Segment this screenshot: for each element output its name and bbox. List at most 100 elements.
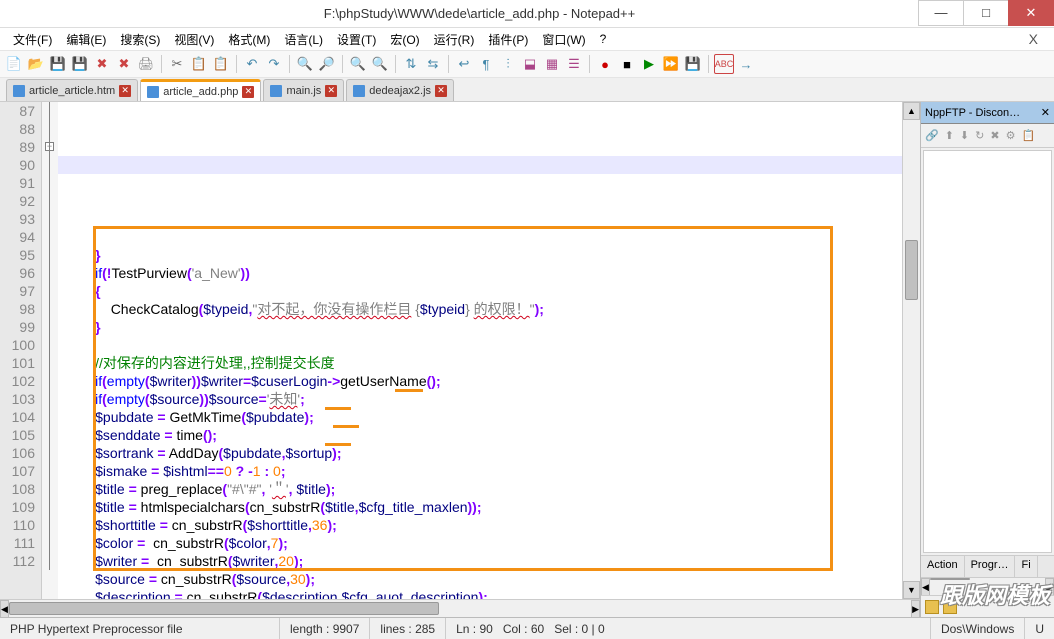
play-icon[interactable]: ▶ — [639, 54, 659, 74]
sync-h-icon[interactable]: ⇆ — [423, 54, 443, 74]
record-icon[interactable]: ● — [595, 54, 615, 74]
playmulti-icon[interactable]: ⏩ — [661, 54, 681, 74]
window-controls: — □ ✕ — [919, 0, 1054, 28]
connect-icon[interactable]: 🔗 — [925, 129, 939, 142]
output-icon[interactable]: 📋 — [1021, 129, 1035, 142]
upload-icon[interactable]: ⬆ — [945, 129, 954, 142]
panel-close-icon[interactable]: ✕ — [1041, 106, 1050, 119]
status-col: Col : 60 — [503, 622, 544, 636]
docmap-icon[interactable]: ▦ — [542, 54, 562, 74]
udl-icon[interactable]: ⬓ — [520, 54, 540, 74]
tab-dedeajax2-js[interactable]: dedeajax2.js ✕ — [346, 79, 454, 101]
tab-close-icon[interactable]: ✕ — [435, 85, 447, 97]
panel-tab-action[interactable]: Action — [921, 556, 965, 577]
abort-icon[interactable]: ✖ — [990, 129, 999, 142]
spellcheck-icon[interactable]: ABC — [714, 54, 734, 74]
code-content[interactable]: } if(!TestPurview('a_New')) { CheckCatal… — [58, 102, 902, 599]
status-bar: PHP Hypertext Preprocessor file length :… — [0, 617, 1054, 639]
menu-language[interactable]: 语言(L) — [277, 29, 330, 50]
show-all-icon[interactable]: ¶ — [476, 54, 496, 74]
save-icon[interactable]: 💾 — [48, 54, 68, 74]
tab-close-icon[interactable]: ✕ — [119, 85, 131, 97]
open-file-icon[interactable]: 📂 — [26, 54, 46, 74]
zoom-out-icon[interactable]: 🔍 — [370, 54, 390, 74]
editor-wrap: 8788899091929394959697989910010110210310… — [0, 102, 920, 617]
wordwrap-icon[interactable]: ↩ — [454, 54, 474, 74]
maximize-button[interactable]: □ — [963, 0, 1009, 26]
mdi-close-button[interactable]: X — [1019, 31, 1048, 47]
title-bar: F:\phpStudy\WWW\dede\article_add.php - N… — [0, 0, 1054, 28]
panel-tab-progress[interactable]: Progr… — [965, 556, 1016, 577]
tab-label: article_add.php — [163, 86, 238, 98]
scroll-track[interactable] — [9, 600, 911, 617]
sync-v-icon[interactable]: ⇅ — [401, 54, 421, 74]
code-editor[interactable]: 8788899091929394959697989910010110210310… — [0, 102, 920, 599]
menu-format[interactable]: 格式(M) — [221, 29, 277, 50]
line-number-gutter: 8788899091929394959697989910010110210310… — [0, 102, 42, 599]
scroll-thumb[interactable] — [9, 602, 439, 615]
panel-title-bar[interactable]: NppFTP - Discon… ✕ — [921, 102, 1054, 124]
horizontal-scrollbar[interactable]: ◀ ▶ — [0, 599, 920, 617]
panel-hscroll[interactable]: ◀ ▶ — [921, 577, 1054, 595]
scroll-thumb[interactable] — [930, 578, 970, 580]
scroll-track[interactable] — [930, 578, 1045, 595]
folder-icon[interactable] — [943, 600, 957, 614]
status-filetype: PHP Hypertext Preprocessor file — [0, 618, 280, 639]
funclist-icon[interactable]: ☰ — [564, 54, 584, 74]
zoom-in-icon[interactable]: 🔍 — [348, 54, 368, 74]
new-file-icon[interactable]: 📄 — [4, 54, 24, 74]
scroll-left-button[interactable]: ◀ — [0, 600, 9, 617]
menu-macro[interactable]: 宏(O) — [383, 29, 426, 50]
scroll-track[interactable] — [903, 120, 920, 581]
redo-icon[interactable]: ↷ — [264, 54, 284, 74]
file-icon — [147, 86, 159, 98]
paste-icon[interactable]: 📋 — [211, 54, 231, 74]
tab-article-article[interactable]: article_article.htm ✕ — [6, 79, 138, 101]
close-all-icon[interactable]: ✖ — [114, 54, 134, 74]
menu-view[interactable]: 视图(V) — [167, 29, 221, 50]
refresh-icon[interactable]: ↻ — [975, 129, 984, 142]
close-file-icon[interactable]: ✖ — [92, 54, 112, 74]
scroll-right-button[interactable]: ▶ — [911, 600, 920, 617]
menu-search[interactable]: 搜索(S) — [113, 29, 167, 50]
undo-icon[interactable]: ↶ — [242, 54, 262, 74]
menu-file[interactable]: 文件(F) — [6, 29, 59, 50]
settings-icon[interactable]: ⚙ — [1006, 129, 1016, 142]
tab-close-icon[interactable]: ✕ — [325, 85, 337, 97]
indent-guide-icon[interactable]: ⫶ — [498, 54, 518, 74]
replace-icon[interactable]: 🔎 — [317, 54, 337, 74]
print-icon[interactable]: 🖨 — [136, 54, 156, 74]
minimize-button[interactable]: — — [918, 0, 964, 26]
main-area: 8788899091929394959697989910010110210310… — [0, 102, 1054, 617]
menu-help[interactable]: ? — [593, 30, 614, 48]
menu-run[interactable]: 运行(R) — [427, 29, 482, 50]
scroll-down-button[interactable]: ▼ — [903, 581, 920, 599]
scroll-left-button[interactable]: ◀ — [921, 578, 930, 596]
scroll-up-button[interactable]: ▲ — [903, 102, 920, 120]
tab-article-add[interactable]: article_add.php ✕ — [140, 79, 261, 101]
menu-edit[interactable]: 编辑(E) — [59, 29, 113, 50]
savemacro-icon[interactable]: 💾 — [683, 54, 703, 74]
cut-icon[interactable]: ✂ — [167, 54, 187, 74]
current-line-highlight — [58, 156, 902, 174]
ftp-tree[interactable] — [923, 150, 1052, 553]
scroll-right-button[interactable]: ▶ — [1045, 578, 1054, 596]
stop-icon[interactable]: ■ — [617, 54, 637, 74]
tab-main-js[interactable]: main.js ✕ — [263, 79, 344, 101]
save-all-icon[interactable]: 💾 — [70, 54, 90, 74]
scroll-thumb[interactable] — [905, 240, 918, 300]
vertical-scrollbar[interactable]: ▲ ▼ — [902, 102, 920, 599]
folder-icon[interactable] — [925, 600, 939, 614]
tab-close-icon[interactable]: ✕ — [242, 86, 254, 98]
close-button[interactable]: ✕ — [1008, 0, 1054, 26]
find-icon[interactable]: 🔍 — [295, 54, 315, 74]
menu-plugins[interactable]: 插件(P) — [481, 29, 535, 50]
menu-window[interactable]: 窗口(W) — [535, 29, 592, 50]
copy-icon[interactable]: 📋 — [189, 54, 209, 74]
menu-settings[interactable]: 设置(T) — [330, 29, 383, 50]
toolbar: 📄 📂 💾 💾 ✖ ✖ 🖨 ✂ 📋 📋 ↶ ↷ 🔍 🔎 🔍 🔍 ⇅ ⇆ ↩ ¶ … — [0, 50, 1054, 78]
spellcheck-next-icon[interactable]: → — [736, 54, 756, 74]
download-icon[interactable]: ⬇ — [960, 129, 969, 142]
panel-tab-file[interactable]: Fi — [1015, 556, 1037, 577]
fold-column[interactable]: − — [42, 102, 58, 599]
